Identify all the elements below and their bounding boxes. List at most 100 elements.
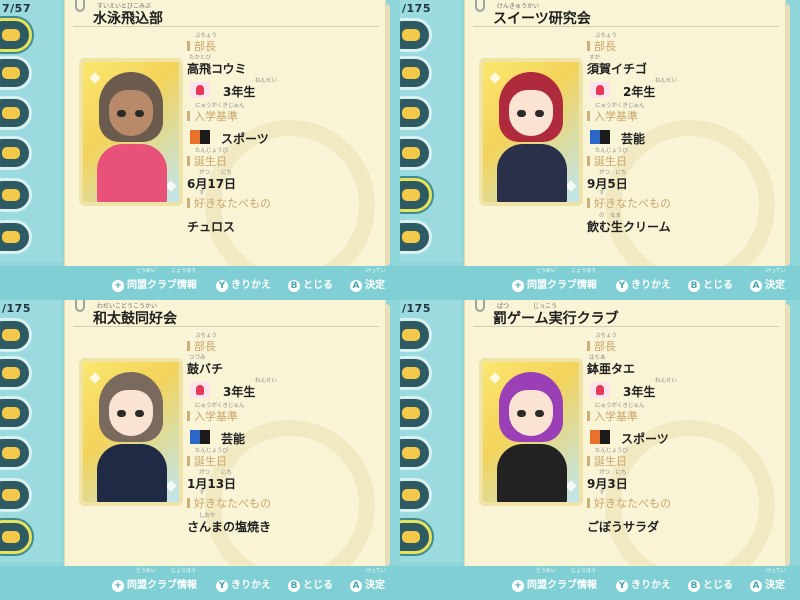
portrait-outfit xyxy=(97,444,167,502)
club-name: 和太鼓同好会 xyxy=(93,311,177,327)
alliance-info-button[interactable]: + 同盟クラブ情報 xyxy=(512,576,597,592)
alliance-info-button[interactable]: + 同盟クラブ情報 xyxy=(112,276,197,292)
grade-ruby: ねんせい xyxy=(255,78,278,84)
club-tab[interactable] xyxy=(0,436,32,470)
club-tab[interactable] xyxy=(0,178,32,212)
switch-button[interactable]: Y きりかえ xyxy=(216,276,271,292)
switch-button[interactable]: Y きりかえ xyxy=(616,276,671,292)
confirm-button[interactable]: A 決定 xyxy=(350,576,385,592)
club-tab[interactable] xyxy=(400,436,432,470)
confirm-button[interactable]: A 決定 xyxy=(750,276,785,292)
handshake-icon xyxy=(402,147,420,159)
alliance-info-button[interactable]: + 同盟クラブ情報 xyxy=(112,576,197,592)
switch-button[interactable]: Y きりかえ xyxy=(216,576,271,592)
handshake-icon xyxy=(402,189,420,201)
plus-button-icon: + xyxy=(512,280,524,292)
birthday: 9月5日 xyxy=(587,177,628,191)
button-hint-bar: どうめい じょうほう + 同盟クラブ情報 Y きりかえ B とじる けってい A 決定 xyxy=(0,566,400,600)
alliance-info-button[interactable]: + 同盟クラブ情報 xyxy=(512,276,597,292)
handshake-icon xyxy=(402,489,420,501)
favorite-food: チュロス xyxy=(187,220,236,234)
grade: 2年生 xyxy=(623,85,656,99)
a-button-icon: A xyxy=(750,280,762,292)
handshake-icon xyxy=(402,531,420,543)
club-list-rail[interactable]: /175 xyxy=(0,300,62,562)
button-hint-bar: どうめい じょうほう + 同盟クラブ情報 Y きりかえ B とじる けってい A 決定 xyxy=(400,266,800,300)
club-tab[interactable] xyxy=(400,396,432,430)
confirm-button[interactable]: A 決定 xyxy=(750,576,785,592)
switch-button[interactable]: Y きりかえ xyxy=(616,576,671,592)
club-card: けんきゅうかい スイーツ研究会 ぶちょう 部長 すが 須賀イチゴ ねんせい 2年… xyxy=(464,0,786,290)
clip-icon xyxy=(75,300,85,312)
plus-button-icon: + xyxy=(112,280,124,292)
y-button-icon: Y xyxy=(616,580,628,592)
club-name: スイーツ研究会 xyxy=(493,11,591,27)
portrait-eye xyxy=(517,110,526,117)
close-button[interactable]: B とじる xyxy=(288,576,333,592)
gender-icon xyxy=(590,382,610,398)
club-tab[interactable] xyxy=(400,56,432,90)
club-tab[interactable] xyxy=(400,520,432,554)
club-counter: 7/57 xyxy=(2,2,31,15)
leader-portrait xyxy=(79,358,183,506)
y-button-icon: Y xyxy=(616,280,628,292)
birthday-label: 誕生日 xyxy=(187,453,227,469)
handshake-icon xyxy=(402,329,420,341)
leader-label: 部長 xyxy=(187,38,216,54)
entry-label: 入学基準 xyxy=(587,408,638,424)
club-tab[interactable] xyxy=(400,178,432,212)
handshake-icon xyxy=(2,107,20,119)
club-list-rail[interactable]: /175 xyxy=(400,300,462,562)
club-tab[interactable] xyxy=(0,478,32,512)
leader-label: 部長 xyxy=(587,38,616,54)
club-card-panel-3: /175 わだいこどうこうかい 和太鼓同好会 ぶちょう 部長 つづみ 鼓バチ ね… xyxy=(0,300,400,600)
birthday-label: 誕生日 xyxy=(187,153,227,169)
club-tab[interactable] xyxy=(0,136,32,170)
club-list-rail[interactable]: /175 xyxy=(400,0,462,262)
handshake-icon xyxy=(402,447,420,459)
club-tab[interactable] xyxy=(0,96,32,130)
handshake-icon xyxy=(402,231,420,243)
portrait-eye xyxy=(117,110,126,117)
info-ruby: どうめい じょうほう xyxy=(536,568,597,574)
handshake-icon xyxy=(2,231,20,243)
confirm-button[interactable]: A 決定 xyxy=(350,276,385,292)
criterion-color-b xyxy=(200,130,210,144)
close-button[interactable]: B とじる xyxy=(288,276,333,292)
club-tab[interactable] xyxy=(400,18,432,52)
info-ruby: どうめい じょうほう xyxy=(136,268,197,274)
club-tab[interactable] xyxy=(400,356,432,390)
confirm-ruby: けってい xyxy=(366,568,386,574)
leader-label: 部長 xyxy=(187,338,216,354)
club-tab[interactable] xyxy=(0,318,32,352)
club-tab[interactable] xyxy=(400,96,432,130)
club-tab[interactable] xyxy=(400,478,432,512)
grade: 3年生 xyxy=(623,385,656,399)
leader-name: 鉢亜タエ xyxy=(587,362,636,376)
club-tab[interactable] xyxy=(400,220,432,254)
info-ruby: どうめい じょうほう xyxy=(136,568,197,574)
criterion-color-a xyxy=(590,430,600,444)
handshake-icon xyxy=(402,107,420,119)
club-tab[interactable] xyxy=(0,356,32,390)
portrait-eye xyxy=(135,410,144,417)
club-name: 水泳飛込部 xyxy=(93,11,163,27)
club-tab[interactable] xyxy=(0,396,32,430)
club-tab[interactable] xyxy=(0,520,32,554)
grade-ruby: ねんせい xyxy=(655,78,678,84)
club-tab[interactable] xyxy=(400,318,432,352)
close-button[interactable]: B とじる xyxy=(688,276,733,292)
favorite-food: ごぼうサラダ xyxy=(587,520,660,534)
club-tab[interactable] xyxy=(0,220,32,254)
club-tab[interactable] xyxy=(0,18,32,52)
plus-button-icon: + xyxy=(512,580,524,592)
club-list-rail[interactable]: 7/57 xyxy=(0,0,62,262)
close-button[interactable]: B とじる xyxy=(688,576,733,592)
club-tab[interactable] xyxy=(400,136,432,170)
info-ruby: どうめい じょうほう xyxy=(536,268,597,274)
y-button-icon: Y xyxy=(216,580,228,592)
club-tab[interactable] xyxy=(0,56,32,90)
criterion-color-b xyxy=(600,130,610,144)
criterion-color-b xyxy=(200,430,210,444)
gender-icon xyxy=(190,382,210,398)
